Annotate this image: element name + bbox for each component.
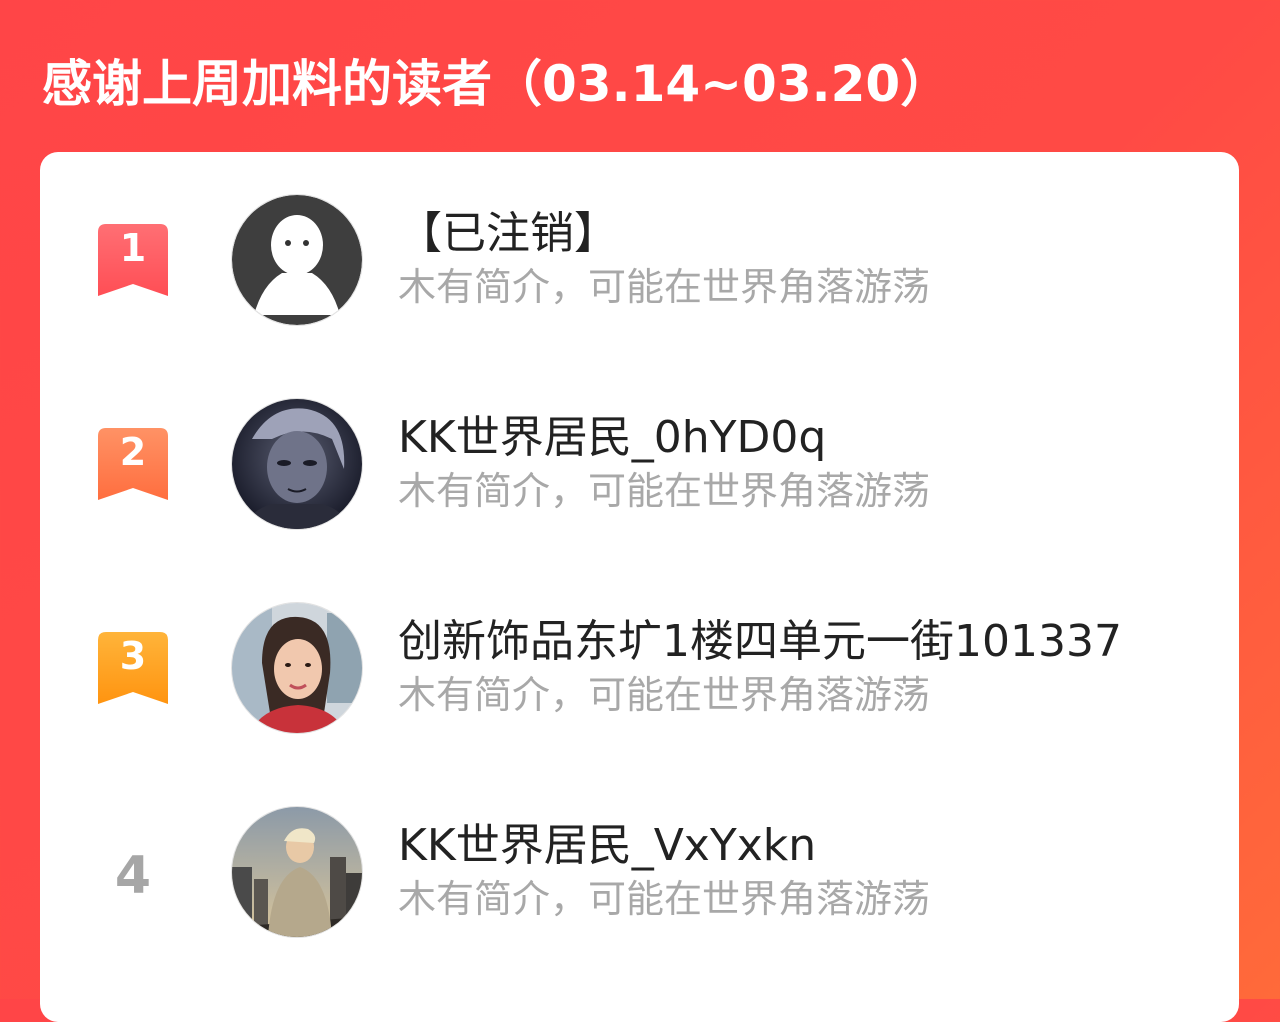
rank-badge-3: 3 bbox=[98, 632, 168, 708]
reader-bio: 木有简介，可能在世界角落游荡 bbox=[398, 265, 931, 309]
rank-number: 1 bbox=[119, 226, 147, 270]
woman-photo-avatar-icon[interactable] bbox=[231, 602, 363, 734]
reader-bio: 木有简介，可能在世界角落游荡 bbox=[398, 877, 931, 921]
reader-name[interactable]: KK世界居民_0hYD0q bbox=[398, 410, 826, 466]
page-title: 感谢上周加料的读者（03.14~03.20） bbox=[42, 55, 951, 113]
reader-name[interactable]: 【已注销】 bbox=[398, 206, 618, 262]
reader-row-3[interactable]: 3 创新饰品东圹1楼四单元一街101337 木有简介，可能在世界角落游荡 bbox=[40, 602, 1239, 742]
rank-number: 4 bbox=[114, 846, 152, 906]
reader-list-panel: 1 【已注销】 木有简介，可能在世界角落游荡 2 KK世界居民_0hYD0q 木… bbox=[40, 152, 1239, 1022]
city-photo-avatar-icon[interactable] bbox=[231, 806, 363, 938]
reader-bio: 木有简介，可能在世界角落游荡 bbox=[398, 673, 931, 717]
default-ghost-avatar-icon[interactable] bbox=[231, 194, 363, 326]
reader-name[interactable]: KK世界居民_VxYxkn bbox=[398, 818, 816, 874]
reader-row-4[interactable]: 4 KK世界居民_VxYxkn 木有简介，可能在世界角落游荡 bbox=[40, 806, 1239, 946]
rank-badge-2: 2 bbox=[98, 428, 168, 504]
reader-name[interactable]: 创新饰品东圹1楼四单元一街101337 bbox=[398, 614, 1122, 670]
reader-bio: 木有简介，可能在世界角落游荡 bbox=[398, 469, 931, 513]
rank-number: 3 bbox=[119, 634, 147, 678]
anime-character-avatar-icon[interactable] bbox=[231, 398, 363, 530]
reader-row-2[interactable]: 2 KK世界居民_0hYD0q 木有简介，可能在世界角落游荡 bbox=[40, 398, 1239, 538]
rank-badge-1: 1 bbox=[98, 224, 168, 300]
reader-row-1[interactable]: 1 【已注销】 木有简介，可能在世界角落游荡 bbox=[40, 194, 1239, 334]
rank-number: 2 bbox=[119, 430, 147, 474]
